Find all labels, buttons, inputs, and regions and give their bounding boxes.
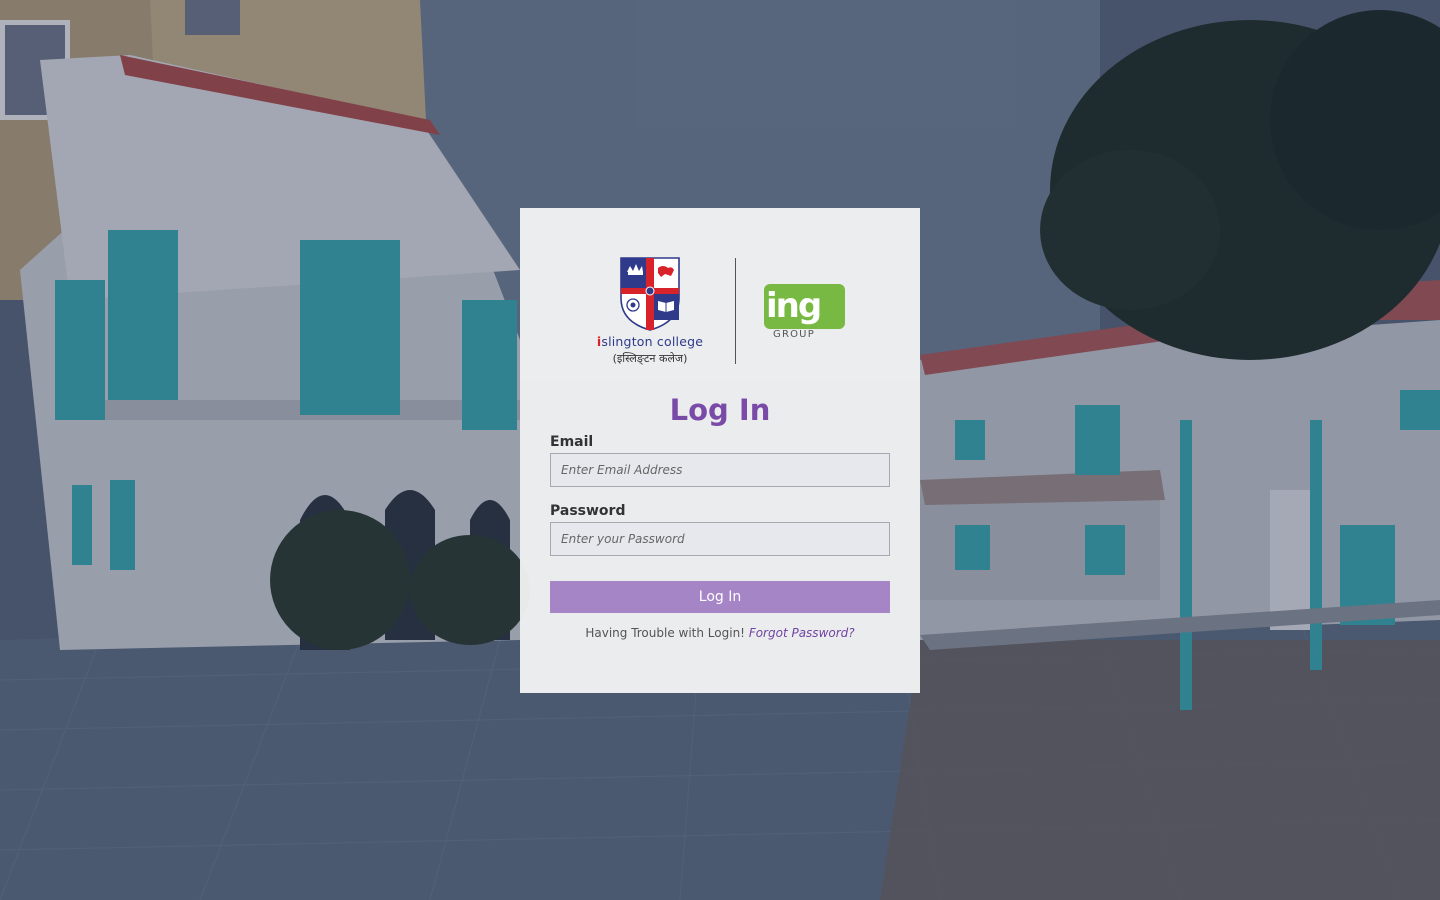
password-label: Password (550, 503, 626, 519)
ing-logo-subtitle: GROUP (773, 329, 815, 340)
login-card: islington college (इस्लिङ्टन कलेज) ing G… (520, 208, 920, 693)
forgot-password-link[interactable]: Forgot Password? (749, 626, 855, 640)
email-field[interactable] (550, 453, 890, 487)
logo-divider (735, 258, 736, 364)
login-button[interactable]: Log In (550, 581, 890, 613)
page-title: Log In (669, 393, 771, 427)
college-name: islington college (592, 334, 708, 349)
password-field[interactable] (550, 522, 890, 556)
trouble-text: Having Trouble with Login! (585, 626, 745, 640)
logo-row: islington college (इस्लिङ्टन कलेज) ing G… (520, 256, 920, 368)
islington-college-logo: islington college (इस्लिङ्टन कलेज) (592, 256, 708, 368)
email-label: Email (550, 434, 594, 450)
crest-shield-icon (620, 257, 680, 331)
ing-group-logo: ing GROUP (764, 284, 846, 344)
login-help: Having Trouble with Login! Forgot Passwo… (520, 626, 920, 640)
college-name-rest: slington college (601, 334, 704, 349)
college-name-devanagari: (इस्लिङ्टन कलेज) (612, 352, 688, 365)
ing-logo-mark: ing (764, 284, 845, 329)
